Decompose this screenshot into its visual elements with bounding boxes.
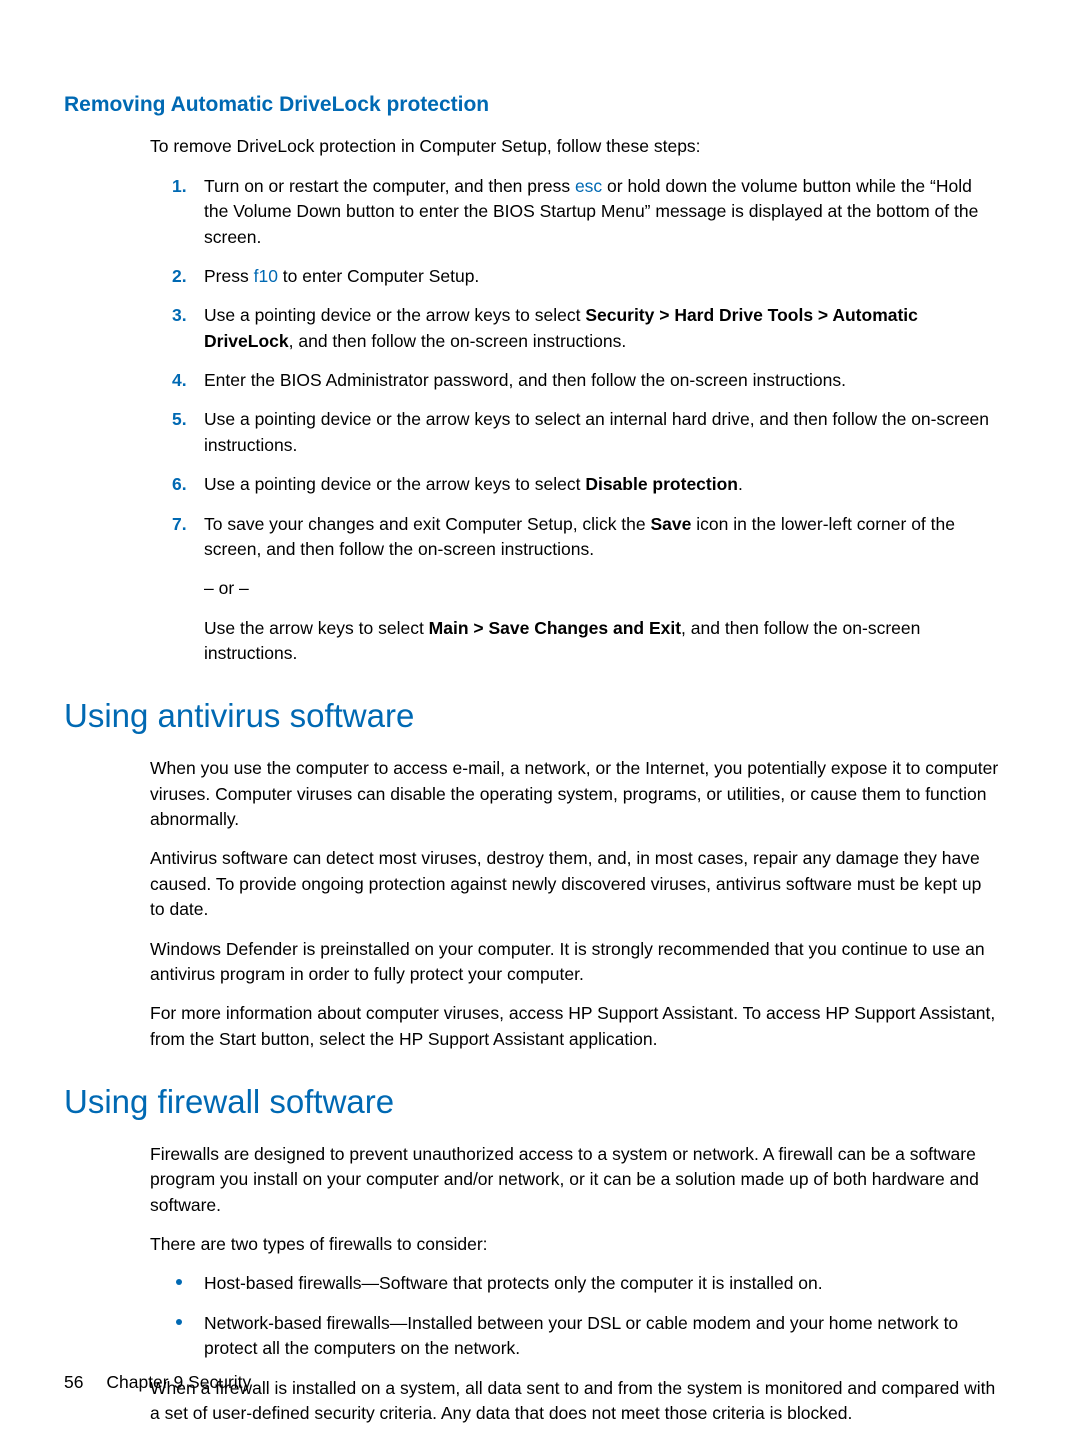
step-1: 1. Turn on or restart the computer, and …	[172, 174, 1000, 250]
step-text: Use a pointing device or the arrow keys …	[204, 409, 989, 454]
step-text: Use a pointing device or the arrow keys …	[204, 474, 743, 494]
step-number: 3.	[172, 303, 187, 328]
step-text: Turn on or restart the computer, and the…	[204, 176, 978, 247]
bullet-text: Host-based firewalls—Software that prote…	[204, 1273, 823, 1293]
antivirus-p4: For more information about computer viru…	[150, 1001, 1000, 1052]
bullet-icon	[176, 1279, 182, 1285]
f10-key: f10	[254, 266, 278, 286]
antivirus-p3: Windows Defender is preinstalled on your…	[150, 937, 1000, 988]
step-4: 4. Enter the BIOS Administrator password…	[172, 368, 1000, 393]
step-number: 7.	[172, 512, 187, 537]
step-6: 6. Use a pointing device or the arrow ke…	[172, 472, 1000, 497]
heading-remove-drivelock: Removing Automatic DriveLock protection	[64, 90, 1000, 120]
step-number: 5.	[172, 407, 187, 432]
save-bold: Save	[651, 514, 692, 534]
step-7: 7. To save your changes and exit Compute…	[172, 512, 1000, 667]
main-save-bold: Main > Save Changes and Exit	[429, 618, 681, 638]
antivirus-p2: Antivirus software can detect most virus…	[150, 846, 1000, 922]
footer-chapter: Chapter 9 Security	[106, 1372, 251, 1392]
step-number: 2.	[172, 264, 187, 289]
step-number: 6.	[172, 472, 187, 497]
disable-protection-bold: Disable protection	[585, 474, 738, 494]
step-3: 3. Use a pointing device or the arrow ke…	[172, 303, 1000, 354]
step-number: 1.	[172, 174, 187, 199]
heading-antivirus: Using antivirus software	[64, 692, 1000, 740]
step-number: 4.	[172, 368, 187, 393]
firewall-p2: There are two types of firewalls to cons…	[150, 1232, 1000, 1257]
firewall-p3: When a firewall is installed on a system…	[150, 1376, 1000, 1427]
steps-list: 1. Turn on or restart the computer, and …	[172, 174, 1000, 667]
step-text: Press f10 to enter Computer Setup.	[204, 266, 479, 286]
firewall-p1: Firewalls are designed to prevent unauth…	[150, 1142, 1000, 1218]
step-2: 2. Press f10 to enter Computer Setup.	[172, 264, 1000, 289]
list-item: Network-based firewalls—Installed betwee…	[172, 1311, 1000, 1362]
heading-firewall: Using firewall software	[64, 1078, 1000, 1126]
page-footer: 56 Chapter 9 Security	[64, 1370, 251, 1395]
esc-key: esc	[575, 176, 602, 196]
step-text: To save your changes and exit Computer S…	[204, 512, 1000, 563]
or-separator: – or –	[204, 576, 1000, 601]
step-5: 5. Use a pointing device or the arrow ke…	[172, 407, 1000, 458]
intro-remove: To remove DriveLock protection in Comput…	[150, 134, 1000, 159]
bullet-icon	[176, 1319, 182, 1325]
step-text: Use a pointing device or the arrow keys …	[204, 305, 918, 350]
list-item: Host-based firewalls—Software that prote…	[172, 1271, 1000, 1296]
page-number: 56	[64, 1370, 83, 1395]
bullet-text: Network-based firewalls—Installed betwee…	[204, 1313, 958, 1358]
step-text: Enter the BIOS Administrator password, a…	[204, 370, 846, 390]
firewall-types-list: Host-based firewalls—Software that prote…	[172, 1271, 1000, 1361]
antivirus-p1: When you use the computer to access e-ma…	[150, 756, 1000, 832]
step-text-alt: Use the arrow keys to select Main > Save…	[204, 616, 1000, 667]
